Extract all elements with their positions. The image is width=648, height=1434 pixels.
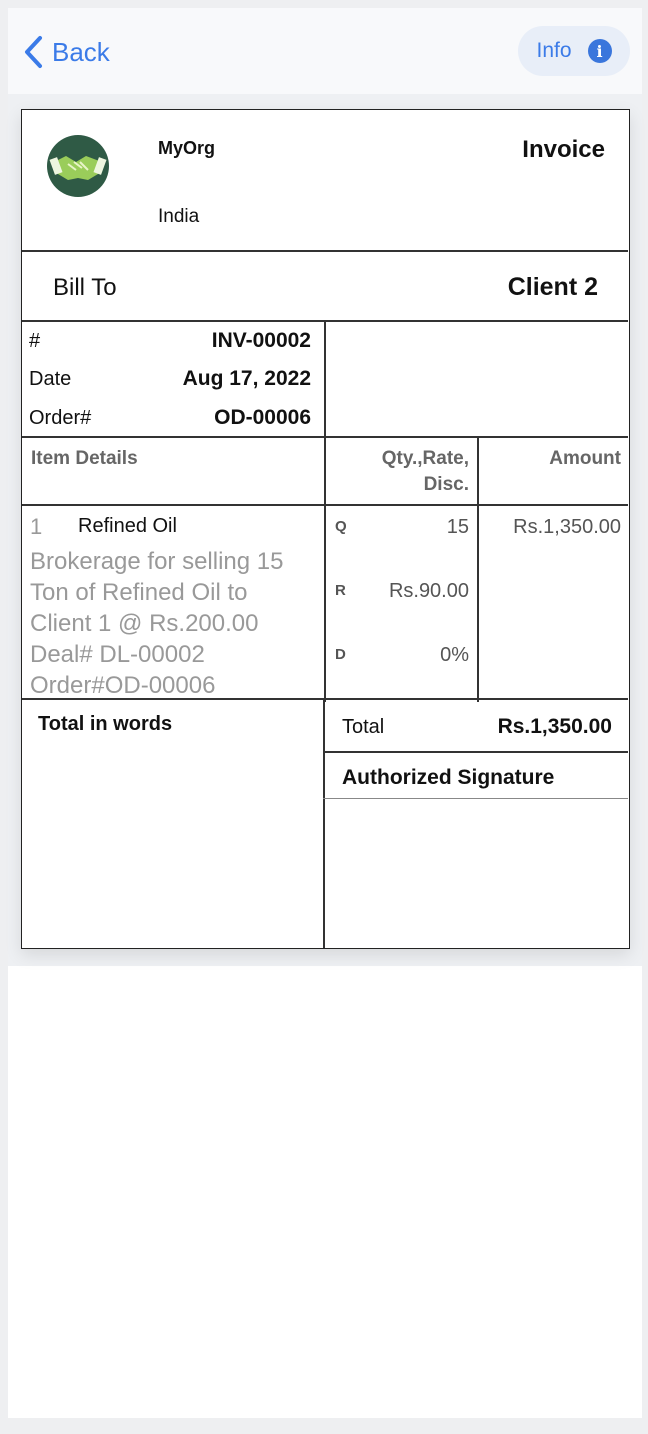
- invoice-number-value: INV-00002: [211, 329, 311, 352]
- invoice-document: MyOrg India Invoice Bill To Client 2 # I…: [21, 109, 630, 949]
- total-label: Total: [342, 716, 385, 738]
- qty-rate-header: Qty.,Rate,: [381, 448, 469, 469]
- order-value: OD-00006: [214, 406, 311, 429]
- org-name: MyOrg: [158, 138, 216, 158]
- total-in-words-label: Total in words: [38, 713, 173, 735]
- chevron-left-icon: [25, 36, 42, 68]
- divider: [22, 698, 628, 700]
- quantity-value: 15: [446, 516, 469, 538]
- org-country: India: [158, 206, 200, 227]
- item-name: Refined Oil: [78, 515, 177, 537]
- item-description-line: Ton of Refined Oil to: [30, 579, 248, 606]
- divider: [22, 436, 628, 438]
- date-label: Date: [29, 368, 72, 390]
- back-button[interactable]: Back: [22, 34, 110, 70]
- info-button[interactable]: Info i: [518, 26, 630, 76]
- item-description-line: Brokerage for selling 15: [30, 548, 284, 575]
- back-label: Back: [52, 36, 110, 67]
- divider: [22, 504, 628, 506]
- item-amount: Rs.1,350.00: [513, 516, 621, 538]
- app-screen: Back Info i MyOrg India Invoice Bill To …: [8, 8, 642, 1418]
- item-index: 1: [30, 514, 43, 539]
- order-label: Order#: [29, 407, 92, 429]
- rate-value: Rs.90.00: [388, 580, 469, 602]
- invoice-preview-area: MyOrg India Invoice Bill To Client 2 # I…: [8, 94, 642, 966]
- info-circle-icon: i: [587, 39, 612, 63]
- discount-value: 0%: [440, 644, 469, 666]
- item-description-line: Order#OD-00006: [30, 672, 216, 699]
- divider: [323, 751, 628, 753]
- item-description-line: Deal# DL-00002: [30, 641, 205, 668]
- divider: [22, 250, 628, 252]
- document-title: Invoice: [522, 136, 605, 163]
- bill-to-label: Bill To: [53, 274, 117, 301]
- divider: [323, 798, 628, 799]
- item-description: Brokerage for selling 15 Ton of Refined …: [30, 546, 330, 701]
- client-name: Client 2: [507, 273, 598, 301]
- amount-header: Amount: [549, 448, 621, 469]
- rate-label: R: [335, 582, 346, 599]
- item-details-header: Item Details: [31, 448, 138, 469]
- invoice-number-label: #: [29, 330, 41, 352]
- quantity-label: Q: [335, 518, 347, 535]
- divider: [477, 436, 479, 702]
- item-description-line: Client 1 @ Rs.200.00: [30, 610, 259, 637]
- info-label: Info: [536, 39, 572, 62]
- handshake-logo: [47, 135, 109, 197]
- divider: [323, 698, 325, 948]
- discount-label: D: [335, 646, 346, 663]
- total-value: Rs.1,350.00: [497, 715, 612, 738]
- navigation-bar: Back Info i: [8, 8, 642, 94]
- date-value: Aug 17, 2022: [182, 367, 311, 390]
- authorized-signature-label: Authorized Signature: [342, 766, 555, 789]
- disc-header: Disc.: [423, 474, 469, 495]
